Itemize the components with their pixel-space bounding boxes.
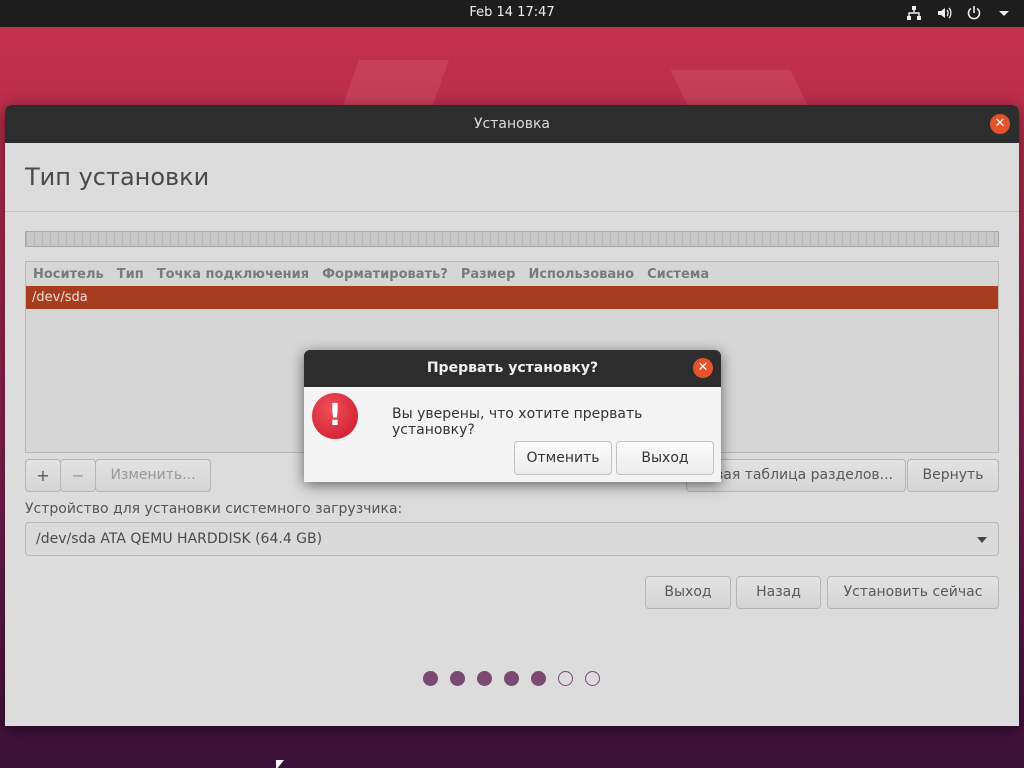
background-decoration xyxy=(670,70,810,110)
column-header-format[interactable]: Форматировать? xyxy=(322,267,448,282)
column-header-system[interactable]: Система xyxy=(647,267,709,282)
bootloader-device-value: /dev/sda ATA QEMU HARDDISK (64.4 GB) xyxy=(36,531,323,547)
window-titlebar: Установка ✕ xyxy=(5,105,1019,143)
dialog-close-button[interactable]: ✕ xyxy=(693,358,713,378)
dropdown-arrow-icon xyxy=(977,537,987,543)
progress-dot-completed xyxy=(504,671,519,686)
column-header-device[interactable]: Носитель xyxy=(33,267,104,282)
bootloader-device-select[interactable]: /dev/sda ATA QEMU HARDDISK (64.4 GB) xyxy=(25,522,999,556)
dialog-quit-button[interactable]: Выход xyxy=(616,441,714,475)
close-icon: ✕ xyxy=(994,116,1006,131)
close-icon: ✕ xyxy=(697,360,709,375)
install-now-button[interactable]: Установить сейчас xyxy=(827,576,999,609)
top-bar: Feb 14 17:47 xyxy=(0,0,1024,27)
dialog-title: Прервать установку? xyxy=(426,360,599,376)
revert-button[interactable]: Вернуть xyxy=(907,459,999,492)
cancel-button[interactable]: Отменить xyxy=(514,441,612,475)
column-header-used[interactable]: Использовано xyxy=(528,267,634,282)
dialog-message: Вы уверены, что хотите прервать установк… xyxy=(392,406,643,438)
window-close-button[interactable]: ✕ xyxy=(990,114,1010,134)
network-icon[interactable] xyxy=(906,5,922,21)
progress-steps xyxy=(423,671,600,686)
dialog-titlebar: Прервать установку? ✕ xyxy=(304,350,721,387)
background-decoration xyxy=(340,60,450,110)
column-header-mount-point[interactable]: Точка подключения xyxy=(157,267,309,282)
change-partition-button[interactable]: Изменить... xyxy=(95,459,211,492)
progress-dot-completed xyxy=(477,671,492,686)
system-tray[interactable] xyxy=(906,5,1012,21)
back-button[interactable]: Назад xyxy=(736,576,821,609)
table-row[interactable]: /dev/sda xyxy=(26,286,998,309)
progress-dot-completed xyxy=(450,671,465,686)
volume-icon[interactable] xyxy=(936,5,952,21)
disk-usage-bar xyxy=(25,231,999,247)
power-icon[interactable] xyxy=(966,5,982,21)
column-header-type[interactable]: Тип xyxy=(117,267,144,282)
bootloader-label: Устройство для установки системного загр… xyxy=(25,501,403,517)
abort-install-dialog: Прервать установку? ✕ ! Вы уверены, что … xyxy=(304,350,721,482)
progress-dot-pending xyxy=(558,671,573,686)
warning-icon: ! xyxy=(312,393,358,439)
page-title: Тип установки xyxy=(25,163,210,191)
add-partition-button[interactable]: + xyxy=(25,459,61,492)
column-header-size[interactable]: Размер xyxy=(461,267,516,282)
quit-button[interactable]: Выход xyxy=(645,576,731,609)
mouse-cursor-icon xyxy=(276,760,284,768)
window-title: Установка xyxy=(474,116,550,132)
divider xyxy=(5,211,1019,212)
table-header: Носитель Тип Точка подключения Форматиро… xyxy=(26,262,998,286)
progress-dot-completed xyxy=(423,671,438,686)
chevron-down-icon[interactable] xyxy=(996,5,1012,21)
clock[interactable]: Feb 14 17:47 xyxy=(0,5,1024,20)
progress-dot-pending xyxy=(585,671,600,686)
progress-dot-completed xyxy=(531,671,546,686)
remove-partition-button[interactable]: − xyxy=(60,459,96,492)
